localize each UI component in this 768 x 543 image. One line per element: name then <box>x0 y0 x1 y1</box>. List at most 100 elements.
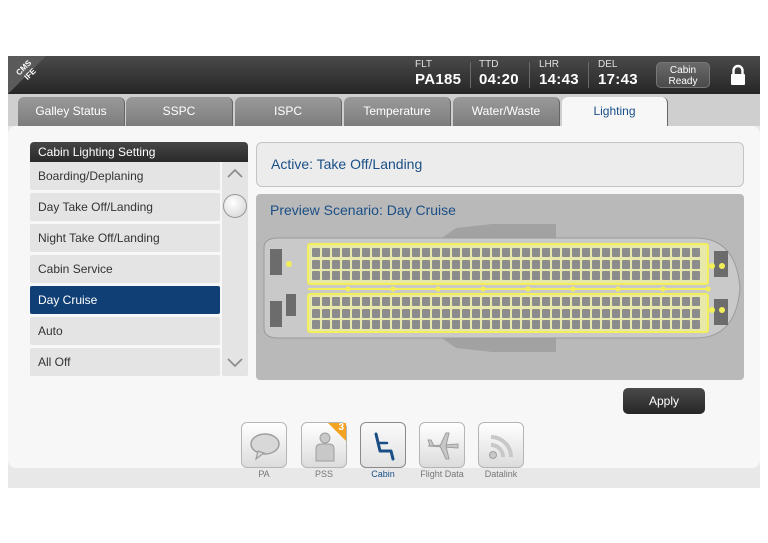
seat <box>632 271 640 280</box>
seat <box>572 309 580 318</box>
seat <box>332 297 340 306</box>
seat <box>392 271 400 280</box>
tab-sspc[interactable]: SSPC <box>126 97 233 126</box>
lighting-scenario-list: Boarding/Deplaning Day Take Off/Landing … <box>30 162 220 379</box>
nav-flight-data-button[interactable] <box>419 422 465 468</box>
seat <box>352 309 360 318</box>
speech-bubble-icon <box>250 433 280 461</box>
seat <box>402 297 410 306</box>
seat <box>522 248 530 257</box>
seat <box>512 271 520 280</box>
chevron-up-icon[interactable] <box>226 166 244 180</box>
seat <box>602 297 610 306</box>
list-item-all-off[interactable]: All Off <box>30 348 220 376</box>
seat <box>512 248 520 257</box>
nav-pa-button[interactable] <box>241 422 287 468</box>
nav-datalink-button[interactable] <box>478 422 524 468</box>
list-item-cabin-service[interactable]: Cabin Service <box>30 255 220 283</box>
seat <box>392 297 400 306</box>
seat <box>442 248 450 257</box>
seat <box>312 297 320 306</box>
seat <box>412 260 420 269</box>
seat <box>642 260 650 269</box>
seat <box>552 248 560 257</box>
flt-value: PA185 <box>415 71 462 88</box>
seat <box>612 248 620 257</box>
seat <box>612 320 620 329</box>
seat <box>482 271 490 280</box>
seat <box>682 260 690 269</box>
seat <box>412 248 420 257</box>
seat <box>372 320 380 329</box>
airplane-icon <box>427 432 459 460</box>
seat <box>572 271 580 280</box>
cabin-ready-button[interactable]: Cabin Ready <box>656 62 710 88</box>
list-item-day-cruise[interactable]: Day Cruise <box>30 286 220 314</box>
cms-screen: CMS IFE FLT PA185 TTD 04:20 LHR 14:43 DEL… <box>8 56 760 488</box>
seat <box>602 248 610 257</box>
list-item-boarding-deplaning[interactable]: Boarding/Deplaning <box>30 162 220 190</box>
aisle-light <box>570 286 576 292</box>
seat <box>432 297 440 306</box>
tab-temperature[interactable]: Temperature <box>344 97 451 126</box>
lock-icon[interactable] <box>722 60 754 90</box>
seat <box>672 297 680 306</box>
seat <box>472 309 480 318</box>
nav-pss-button[interactable]: 3 <box>301 422 347 468</box>
chevron-down-icon[interactable] <box>226 356 244 370</box>
seat <box>382 260 390 269</box>
seat <box>422 248 430 257</box>
nav-pss-label: PSS <box>314 469 333 479</box>
seat <box>552 271 560 280</box>
seat <box>522 309 530 318</box>
seat <box>572 297 580 306</box>
seat <box>542 309 550 318</box>
list-item-day-take-off-landing[interactable]: Day Take Off/Landing <box>30 193 220 221</box>
seat <box>562 309 570 318</box>
seat <box>602 260 610 269</box>
seat <box>692 271 700 280</box>
tab-galley-status[interactable]: Galley Status <box>18 97 125 126</box>
seat <box>582 260 590 269</box>
seat <box>512 320 520 329</box>
seat <box>612 309 620 318</box>
seat <box>322 271 330 280</box>
seat <box>592 320 600 329</box>
seat <box>582 271 590 280</box>
tab-lighting[interactable]: Lighting <box>562 97 668 127</box>
seat <box>512 309 520 318</box>
list-scrollbar[interactable] <box>222 162 248 376</box>
tab-ispc[interactable]: ISPC <box>235 97 342 126</box>
seat <box>442 271 450 280</box>
seat <box>472 320 480 329</box>
seat <box>552 297 560 306</box>
seat <box>342 248 350 257</box>
seat <box>392 260 400 269</box>
seat <box>602 320 610 329</box>
seat <box>322 309 330 318</box>
seat <box>522 297 530 306</box>
list-item-night-take-off-landing[interactable]: Night Take Off/Landing <box>30 224 220 252</box>
list-item-auto[interactable]: Auto <box>30 317 220 345</box>
seat <box>502 260 510 269</box>
seat <box>652 297 660 306</box>
seat <box>522 271 530 280</box>
apply-button[interactable]: Apply <box>623 388 705 414</box>
seat <box>662 309 670 318</box>
seat-icon <box>374 432 395 461</box>
seat <box>492 260 500 269</box>
ttd-label: TTD <box>479 59 499 70</box>
seat <box>462 260 470 269</box>
seat <box>492 297 500 306</box>
header-bar: CMS IFE FLT PA185 TTD 04:20 LHR 14:43 DEL… <box>8 56 760 94</box>
seat <box>572 248 580 257</box>
nav-cabin-button[interactable] <box>360 422 406 468</box>
scroll-thumb[interactable] <box>223 194 247 218</box>
seat <box>632 260 640 269</box>
tab-water-waste[interactable]: Water/Waste <box>453 97 560 126</box>
seat <box>402 320 410 329</box>
seat <box>692 309 700 318</box>
seat <box>622 271 630 280</box>
seat <box>342 309 350 318</box>
nav-cabin-label: Cabin <box>371 469 395 479</box>
